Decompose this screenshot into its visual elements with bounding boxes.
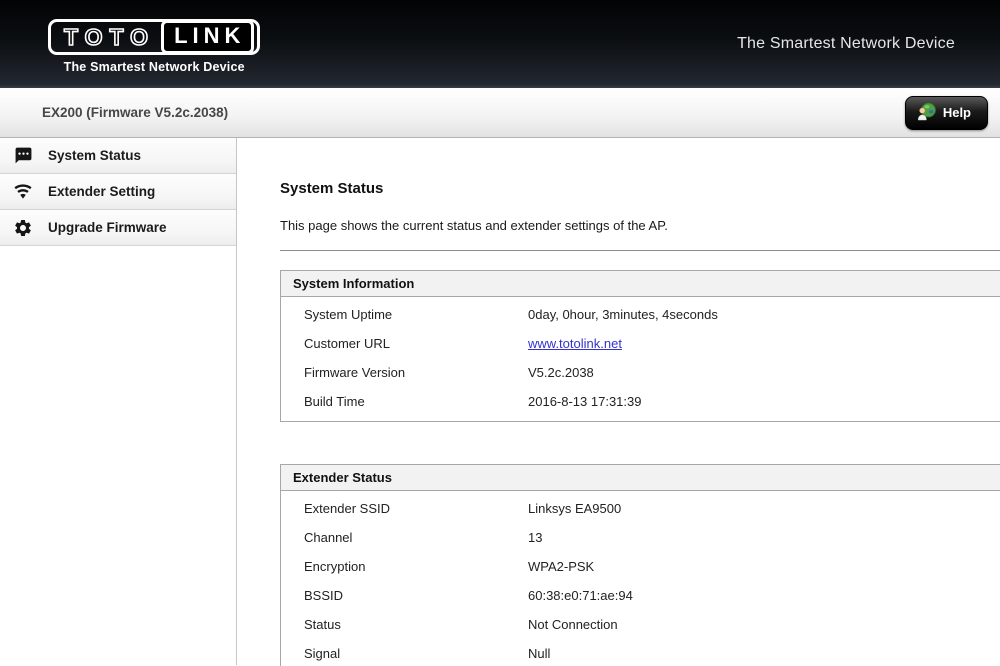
bssid-value: 60:38:e0:71:ae:94	[528, 588, 633, 603]
firmware-version-value: V5.2c.2038	[528, 365, 594, 380]
build-time-value: 2016-8-13 17:31:39	[528, 394, 641, 409]
row-label: Firmware Version	[281, 365, 528, 380]
connection-status-value: Not Connection	[528, 617, 618, 632]
sidebar-item-label: Extender Setting	[48, 184, 155, 199]
sidebar-item-label: Upgrade Firmware	[48, 220, 167, 235]
row-label: BSSID	[281, 588, 528, 603]
page-description: This page shows the current status and e…	[280, 218, 1000, 233]
row-label: System Uptime	[281, 307, 528, 322]
row-label: Customer URL	[281, 336, 528, 351]
sidebar-item-label: System Status	[48, 148, 141, 163]
toolbar: EX200 (Firmware V5.2c.2038) Help	[0, 88, 1000, 138]
row-label: Extender SSID	[281, 501, 528, 516]
sidebar-nav: System Status Extender Setting Upgrade F…	[0, 138, 237, 665]
table-row: Signal Null	[281, 639, 1000, 666]
system-information-title: System Information	[281, 271, 1000, 297]
table-row: Channel 13	[281, 523, 1000, 552]
help-globe-person-icon	[916, 102, 936, 124]
extender-status-panel: Extender Status Extender SSID Linksys EA…	[280, 464, 1000, 666]
customer-url-link[interactable]: www.totolink.net	[528, 336, 622, 351]
row-label: Channel	[281, 530, 528, 545]
page-title: System Status	[280, 180, 1000, 197]
table-row: System Uptime 0day, 0hour, 3minutes, 4se…	[281, 300, 1000, 329]
extender-ssid-value: Linksys EA9500	[528, 501, 621, 516]
channel-value: 13	[528, 530, 542, 545]
device-firmware-title: EX200 (Firmware V5.2c.2038)	[42, 105, 228, 120]
sidebar-item-extender-setting[interactable]: Extender Setting	[0, 174, 236, 210]
table-row: Extender SSID Linksys EA9500	[281, 494, 1000, 523]
table-row: Firmware Version V5.2c.2038	[281, 358, 1000, 387]
wifi-icon	[13, 182, 33, 201]
table-row: Encryption WPA2-PSK	[281, 552, 1000, 581]
extender-status-title: Extender Status	[281, 465, 1000, 491]
gear-icon	[13, 218, 33, 238]
brand-header: TOTO LINK The Smartest Network Device Th…	[0, 0, 1000, 88]
table-row: Build Time 2016-8-13 17:31:39	[281, 387, 1000, 416]
logo-text-link: LINK	[161, 20, 254, 53]
table-row: BSSID 60:38:e0:71:ae:94	[281, 581, 1000, 610]
encryption-value: WPA2-PSK	[528, 559, 594, 574]
sidebar-item-upgrade-firmware[interactable]: Upgrade Firmware	[0, 210, 236, 246]
system-uptime-value: 0day, 0hour, 3minutes, 4seconds	[528, 307, 718, 322]
help-button[interactable]: Help	[905, 96, 988, 130]
row-label: Encryption	[281, 559, 528, 574]
chat-icon	[13, 146, 33, 165]
router-admin-page: TOTO LINK The Smartest Network Device Th…	[0, 0, 1000, 666]
section-divider	[280, 250, 1000, 251]
signal-value: Null	[528, 646, 550, 661]
header-tagline: The Smartest Network Device	[737, 35, 955, 53]
main-panel: System Status This page shows the curren…	[237, 138, 1000, 665]
system-information-body: System Uptime 0day, 0hour, 3minutes, 4se…	[281, 297, 1000, 421]
table-row: Status Not Connection	[281, 610, 1000, 639]
row-label: Signal	[281, 646, 528, 661]
sidebar-item-system-status[interactable]: System Status	[0, 138, 236, 174]
row-label: Build Time	[281, 394, 528, 409]
system-information-panel: System Information System Uptime 0day, 0…	[280, 270, 1000, 422]
extender-status-body: Extender SSID Linksys EA9500 Channel 13 …	[281, 491, 1000, 666]
totolink-logo: TOTO LINK The Smartest Network Device	[48, 19, 260, 74]
row-label: Status	[281, 617, 528, 632]
logo-box: TOTO LINK	[48, 19, 260, 55]
logo-text-toto: TOTO	[54, 26, 161, 49]
logo-tagline: The Smartest Network Device	[48, 60, 260, 74]
help-button-label: Help	[943, 105, 971, 120]
table-row: Customer URL www.totolink.net	[281, 329, 1000, 358]
content-area: System Status Extender Setting Upgrade F…	[0, 138, 1000, 665]
